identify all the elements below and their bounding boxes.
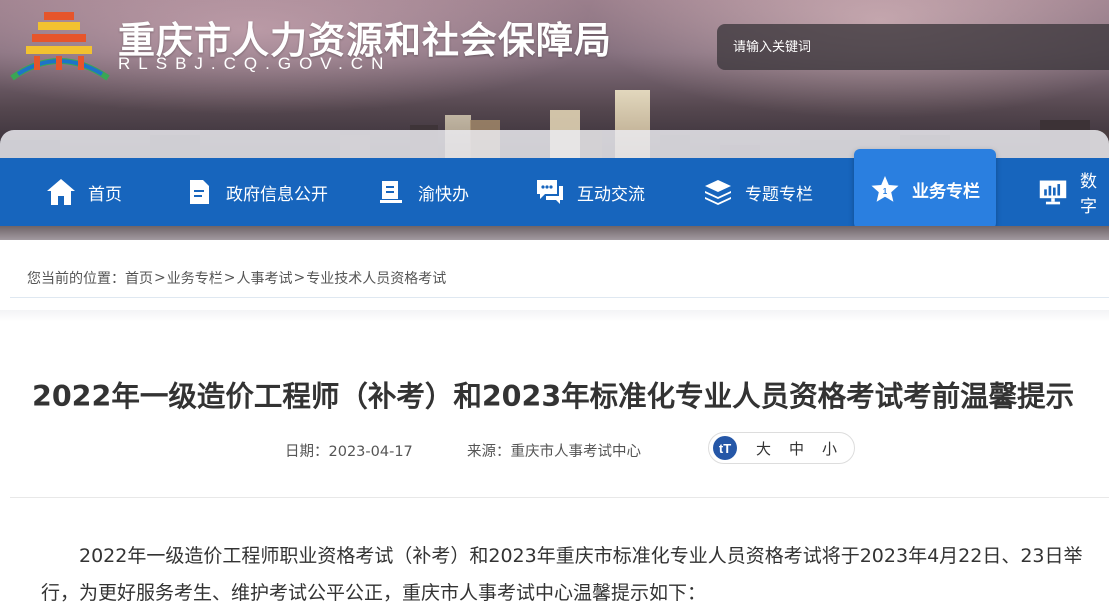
nav-item-interaction[interactable]: 互动交流 — [535, 158, 645, 226]
breadcrumb-link-professional-exam[interactable]: 专业技术人员资格考试 — [306, 268, 446, 288]
breadcrumb-separator: > — [293, 269, 306, 286]
site-domain: RLSBJ.CQ.GOV.CN — [118, 54, 392, 73]
source-label: 来源： — [467, 444, 511, 460]
date-value: 2023-04-17 — [328, 444, 413, 460]
layers-icon — [703, 177, 733, 207]
font-size-switcher: tT 大 中 小 — [708, 432, 855, 464]
breadcrumb: 您当前的位置： 首页 > 业务专栏 > 人事考试 > 专业技术人员资格考试 — [10, 258, 1109, 298]
nav-item-label: 数字 — [1080, 172, 1097, 217]
svg-text:1: 1 — [883, 187, 888, 196]
nav-item-special-topics[interactable]: 专题专栏 — [703, 158, 813, 226]
breadcrumb-separator: > — [223, 269, 236, 286]
nav-item-digital[interactable]: 数字 — [1038, 158, 1109, 226]
meta-divider — [10, 497, 1109, 498]
date-label: 日期： — [285, 444, 329, 460]
article-source: 来源：重庆市人事考试中心 — [467, 440, 641, 461]
document-icon — [184, 177, 214, 207]
book-icon — [376, 177, 406, 207]
article-paragraph: 2022年一级造价工程师职业资格考试（补考）和2023年重庆市标准化专业人员资格… — [41, 545, 1083, 604]
nav-item-yukuaiban[interactable]: 渝快办 — [376, 158, 469, 226]
nav-bottom-strip — [0, 226, 1109, 240]
nav-item-business[interactable]: 1 业务专栏 — [854, 149, 996, 229]
search-box[interactable] — [717, 24, 1109, 70]
chat-icon — [535, 177, 565, 207]
home-icon — [46, 177, 76, 207]
nav-item-label: 政府信息公开 — [226, 184, 328, 205]
nav-item-label: 渝快办 — [418, 184, 469, 205]
section-divider-shadow — [0, 310, 1109, 322]
article-meta: 日期：2023-04-17 来源：重庆市人事考试中心 tT 大 中 小 — [0, 432, 1109, 466]
monitor-chart-icon — [1038, 177, 1068, 207]
breadcrumb-link-home[interactable]: 首页 — [125, 268, 153, 288]
nav-item-gov-info[interactable]: 政府信息公开 — [184, 158, 328, 226]
source-value: 重庆市人事考试中心 — [510, 444, 642, 460]
nav-item-home[interactable]: 首页 — [46, 158, 122, 226]
font-size-icon: tT — [713, 436, 737, 460]
font-size-small-button[interactable]: 小 — [822, 438, 837, 459]
search-input[interactable] — [733, 39, 1101, 55]
breadcrumb-link-personnel-exam[interactable]: 人事考试 — [236, 268, 292, 288]
font-size-large-button[interactable]: 大 — [756, 438, 771, 459]
article-body: 2022年一级造价工程师职业资格考试（补考）和2023年重庆市标准化专业人员资格… — [41, 538, 1109, 612]
nav-item-label: 业务专栏 — [912, 181, 980, 202]
star-icon: 1 — [870, 174, 900, 204]
nav-item-label: 首页 — [88, 184, 122, 205]
article-date: 日期：2023-04-17 — [285, 440, 413, 461]
breadcrumb-link-business[interactable]: 业务专栏 — [167, 268, 223, 288]
nav-item-label: 专题专栏 — [745, 184, 813, 205]
article-title: 2022年一级造价工程师（补考）和2023年标准化专业人员资格考试考前温馨提示 — [32, 380, 1075, 413]
nav-item-label: 互动交流 — [577, 184, 645, 205]
site-logo — [10, 12, 110, 81]
breadcrumb-separator: > — [154, 269, 166, 286]
main-nav: 首页 政府信息公开 渝快办 互动交流 专题专栏 1 业务专栏 数字 — [0, 149, 1109, 229]
font-size-medium-button[interactable]: 中 — [789, 438, 804, 459]
breadcrumb-prefix: 您当前的位置： — [27, 270, 125, 287]
